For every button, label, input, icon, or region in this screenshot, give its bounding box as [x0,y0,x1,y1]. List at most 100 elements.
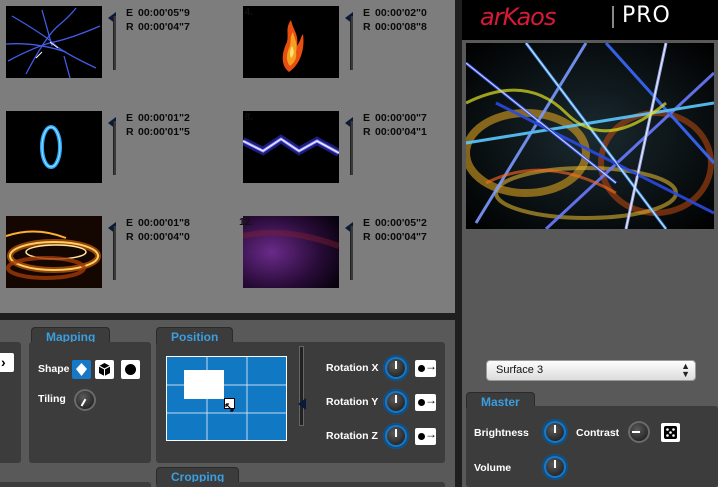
surface-select[interactable]: Surface 3 ▲ ▼ [486,360,696,381]
clip-number: 4. [244,7,253,18]
logo-divider [612,6,614,28]
elapsed-label: E [363,217,371,229]
remaining-label: R [126,21,134,33]
contrast-label: Contrast [576,427,620,439]
output-preview[interactable] [466,43,714,229]
clip-times: E 00:00'00"7 R 00:00'04"1 [363,111,427,139]
diamond-icon [76,363,87,376]
remaining-time: 00:00'01"5 [138,126,190,138]
remaining-label: R [363,21,371,33]
shape-cube-button[interactable] [95,360,114,379]
remaining-label: R [126,231,134,243]
depth-slider-marker-icon[interactable] [298,398,306,410]
brightness-label: Brightness [474,427,529,439]
clip-level-bar[interactable] [350,121,353,175]
remaining-time: 00:00'04"7 [138,21,190,33]
shape-circle-button[interactable] [121,360,140,379]
output-panel: arKaos PRO Surface 3 ▲ ▼ Master Brightne… [462,0,718,487]
resize-handle-icon[interactable] [224,398,235,412]
remaining-time: 00:00'04"7 [375,231,427,243]
panel-divider[interactable] [455,0,462,487]
elapsed-time: 00:00'02"0 [375,7,427,19]
clip-thumbnail-cyan-ring[interactable] [6,111,102,183]
clip-level-bar[interactable] [113,226,116,280]
rotation-y-animate-button[interactable] [415,393,437,411]
clip-times: E 00:00'05"9 R 00:00'04"7 [126,6,190,34]
remaining-label: R [126,126,134,138]
elapsed-label: E [363,7,371,19]
brand-logo: arKaos [480,3,556,31]
clip-times: E 00:00'05"2 R 00:00'04"7 [363,216,427,244]
clip-times: E 00:00'02"0 R 00:00'08"8 [363,6,427,34]
rotation-y-label: Rotation Y [326,396,379,408]
clip-level-bar[interactable] [113,121,116,175]
brand-pro-label: PRO [622,3,671,28]
clip-grid: E 00:00'05"9 R 00:00'04"7 4. E 00:00'02"0 R… [0,0,455,313]
position-handle[interactable] [184,370,224,399]
shape-diamond-button[interactable] [72,360,91,379]
logo-bar: arKaos PRO [462,0,718,40]
remaining-label: R [363,126,371,138]
volume-label: Volume [474,462,512,474]
clip-times: E 00:00'01"2 R 00:00'01"5 [126,111,190,139]
surface-select-value: Surface 3 [496,364,544,376]
elapsed-label: E [126,7,134,19]
elapsed-time: 00:00'01"2 [138,112,190,124]
clip-thumbnail-flame[interactable] [243,6,339,78]
remaining-label: R [363,231,371,243]
elapsed-time: 00:00'05"2 [375,217,427,229]
remaining-time: 00:00'08"8 [375,21,427,33]
expand-left-button[interactable]: › [0,353,14,372]
master-section: Brightness Contrast Volume [466,406,718,487]
rotation-z-animate-button[interactable] [415,427,437,445]
clip-level-bar[interactable] [113,16,116,70]
clip-level-bar[interactable] [350,226,353,280]
remaining-time: 00:00'04"0 [138,231,190,243]
clip-slot[interactable]: E 00:00'05"9 R 00:00'04"7 [0,6,230,86]
clip-thumbnail-blue-zigzag[interactable] [243,111,339,183]
position-section: Rotation X Rotation Y Rotation Z [156,342,445,463]
elapsed-label: E [363,112,371,124]
position-grid[interactable] [166,356,287,441]
clip-number: 8. [244,112,253,123]
elapsed-time: 00:00'00"7 [375,112,427,124]
tiling-knob[interactable] [72,387,98,413]
elapsed-label: E [126,112,134,124]
clip-times: E 00:00'01"8 R 00:00'04"0 [126,216,190,244]
rotation-x-label: Rotation X [326,362,379,374]
elapsed-label: E [126,217,134,229]
clip-level-bar[interactable] [350,16,353,70]
rotation-z-knob[interactable] [383,423,409,449]
volume-knob[interactable] [542,454,568,480]
brightness-knob[interactable] [542,419,568,445]
clip-thumbnail-golden-swirls[interactable] [6,216,102,288]
layer-settings-panel: › Mapping Shape Tiling Position Rotation… [0,313,455,487]
cropping-section [156,482,445,487]
elapsed-time: 00:00'05"9 [138,7,190,19]
elapsed-time: 00:00'01"8 [138,217,190,229]
clip-slot[interactable]: E 00:00'01"2 R 00:00'01"5 [0,111,230,191]
cube-icon [98,363,111,376]
rotation-x-animate-button[interactable] [415,359,437,377]
clip-slot[interactable]: 4. E 00:00'02"0 R 00:00'08"8 [237,6,455,86]
circle-icon [125,364,136,375]
lower-left-section [0,482,151,487]
position-depth-slider[interactable] [299,346,304,426]
clip-number: 12. [239,217,253,228]
clip-slot[interactable]: 8. E 00:00'00"7 R 00:00'04"1 [237,111,455,191]
clip-thumbnail-purple-haze[interactable] [243,216,339,288]
clip-slot[interactable]: E 00:00'01"8 R 00:00'04"0 [0,216,230,296]
tiling-label: Tiling [38,393,66,405]
contrast-knob[interactable] [626,419,652,445]
mapping-section: Shape Tiling [29,342,151,463]
clip-slot[interactable]: 12. E 00:00'05"2 R 00:00'04"7 [237,216,455,296]
shape-label: Shape [38,363,70,375]
select-arrows-icon: ▲ ▼ [681,361,690,379]
rotation-x-knob[interactable] [383,355,409,381]
dice-icon [664,426,677,439]
remaining-time: 00:00'04"1 [375,126,427,138]
clip-thumbnail-blue-light-streaks[interactable] [6,6,102,78]
rotation-y-knob[interactable] [383,389,409,415]
rotation-z-label: Rotation Z [326,430,378,442]
contrast-random-button[interactable] [661,423,680,442]
